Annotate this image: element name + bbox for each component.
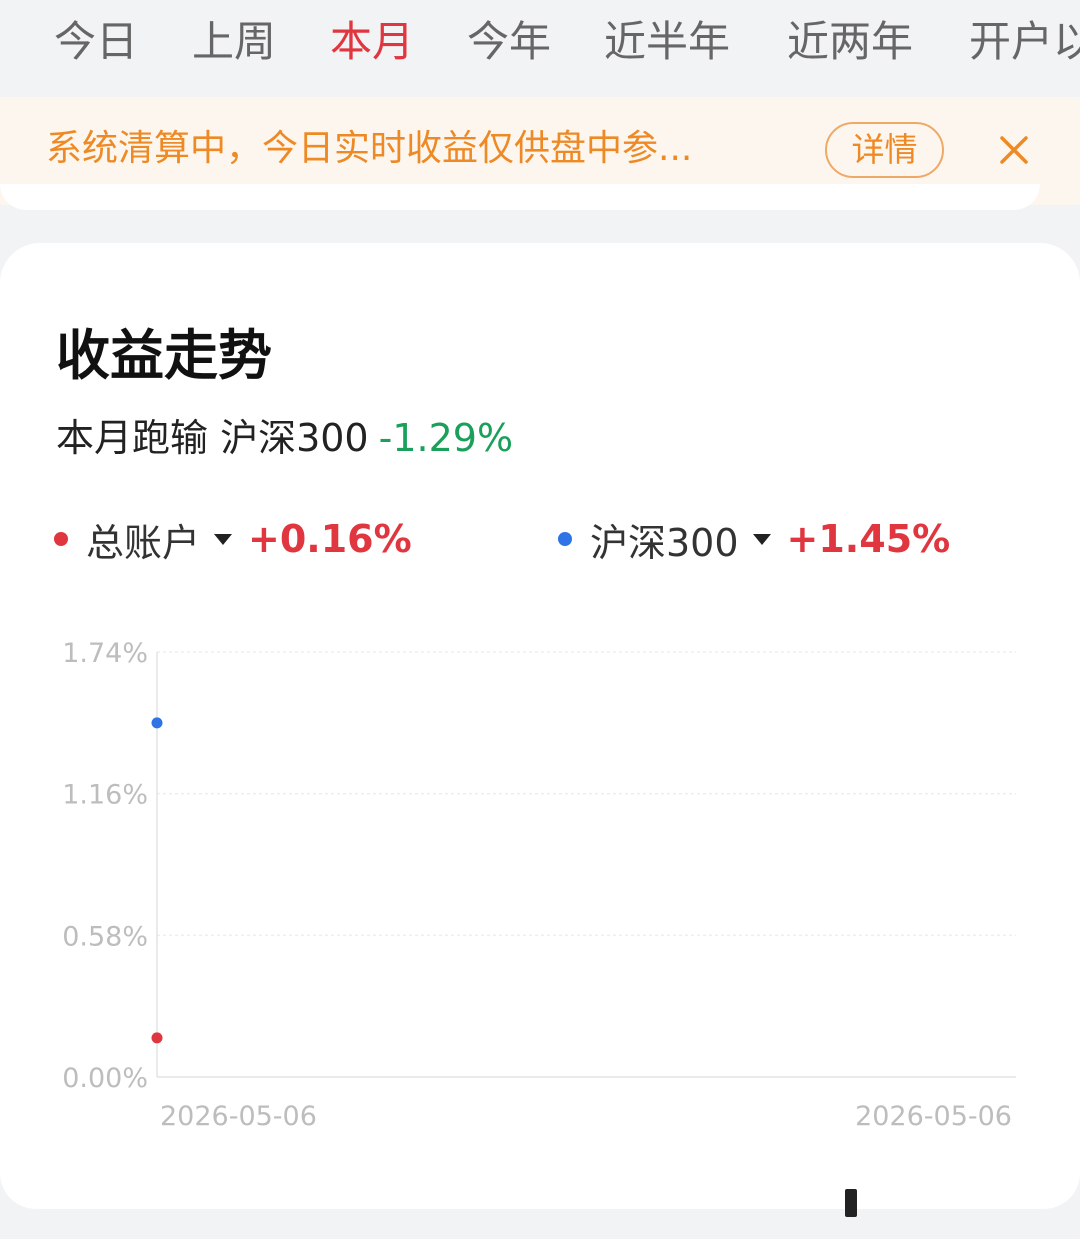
tab-5[interactable]: 近半年: [604, 14, 730, 70]
legend-name-csi300: 沪深300: [590, 520, 739, 565]
profit-trend-chart: 1.74% 1.16% 0.58% 0.00% 2026-05-06 2026-05-06: [62, 638, 1016, 1132]
close-icon[interactable]: [994, 130, 1034, 170]
notice-text: 系统清算中，今日实时收益仅供盘中参...: [46, 128, 693, 169]
tab-4[interactable]: 今年: [467, 14, 551, 70]
x-tick-label: 2026-05-06: [855, 1101, 1012, 1132]
tab-1[interactable]: 今日: [54, 14, 138, 70]
page-title: 收益走势: [56, 324, 272, 387]
legend-value-total: +0.16%: [248, 517, 412, 561]
y-tick-label: 0.58%: [62, 921, 148, 952]
tab-7[interactable]: 开户以: [969, 14, 1080, 70]
scrollbar-thumb[interactable]: [845, 1189, 857, 1217]
caret-down-icon: [752, 533, 771, 545]
caret-down-icon: [214, 533, 233, 545]
data-point-csi300: [151, 717, 163, 729]
legend-csi300[interactable]: 沪深300 +1.45%: [558, 514, 951, 565]
legend-value-csi300: +1.45%: [786, 517, 951, 561]
legend-total-account[interactable]: 总账户 +0.16%: [54, 514, 412, 565]
comparison-label: 本月跑输 沪深300: [56, 416, 369, 460]
data-point-total-account: [151, 1032, 163, 1044]
comparison-value: -1.29%: [378, 416, 514, 460]
y-tick-label: 1.16%: [62, 780, 148, 811]
tab-2[interactable]: 上周: [192, 14, 276, 70]
comparison-summary: 本月跑输 沪深300 -1.29%: [56, 413, 513, 463]
legend-name-total: 总账户: [86, 520, 201, 565]
y-tick-label: 0.00%: [62, 1063, 148, 1094]
legend-dot-csi300: [558, 532, 572, 546]
legend-dot-total: [54, 532, 68, 546]
detail-button[interactable]: 详情: [825, 122, 944, 178]
period-tabs: 今日 上周 本月 今年 近半年 近两年 开户以: [0, 0, 1080, 97]
previous-card-edge: [0, 184, 1080, 212]
tab-3[interactable]: 本月: [330, 14, 414, 70]
x-tick-label: 2026-05-06: [160, 1101, 317, 1132]
tab-6[interactable]: 近两年: [787, 14, 913, 70]
y-tick-label: 1.74%: [62, 638, 148, 669]
